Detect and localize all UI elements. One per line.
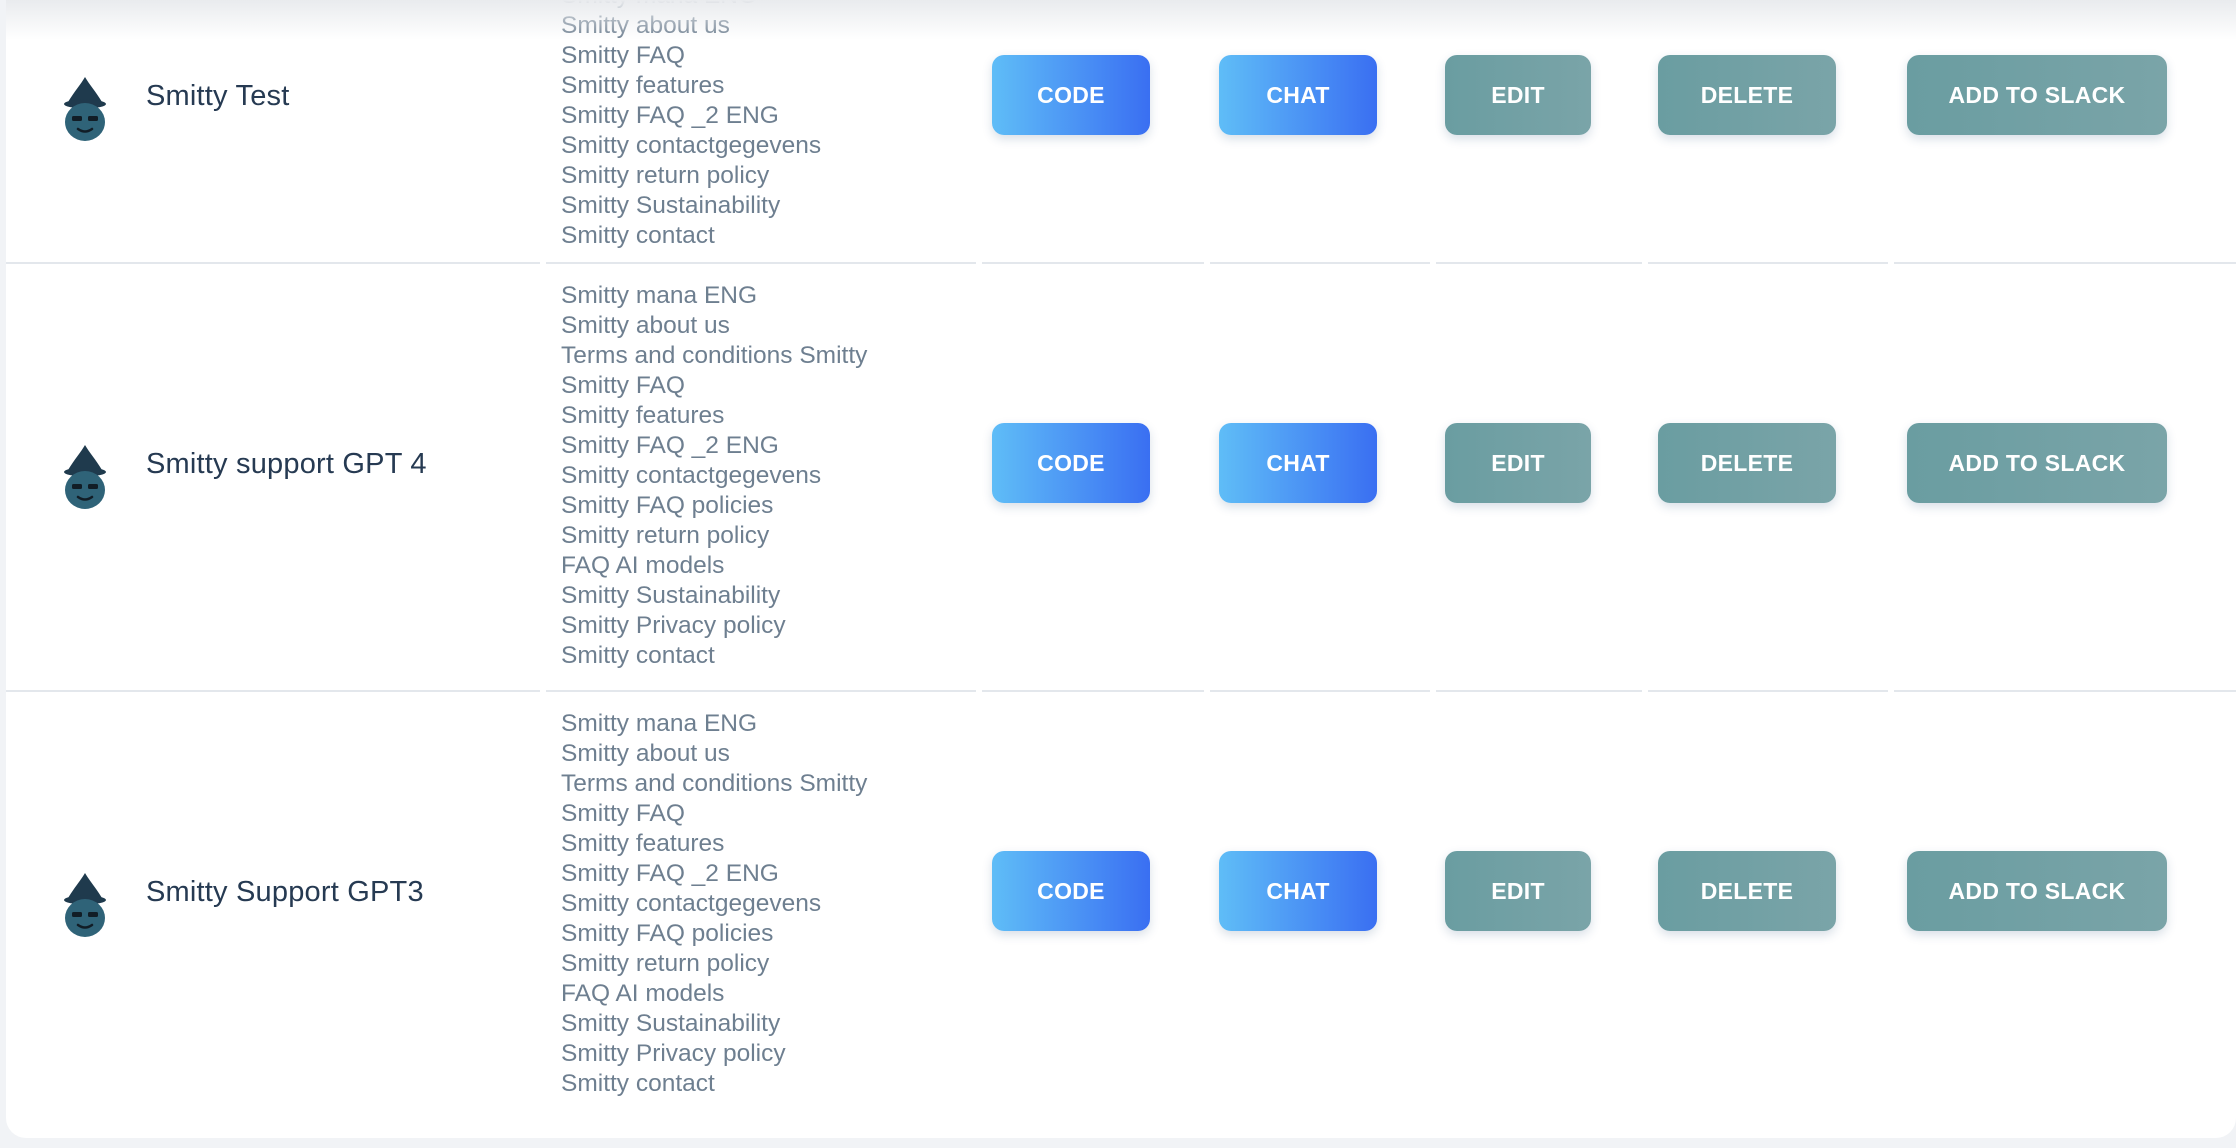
add-to-slack-button[interactable]: ADD TO SLACK — [1907, 55, 2167, 135]
row-divider — [1210, 690, 1430, 692]
list-item: Terms and conditions Smitty — [561, 342, 868, 369]
list-item: Smitty Sustainability — [561, 1010, 781, 1037]
list-item: Smitty Privacy policy — [561, 1040, 786, 1067]
row-divider — [6, 262, 540, 264]
document-list: Smitty mana ENG Smitty about us Terms an… — [561, 709, 867, 1099]
list-item: Smitty mana ENG — [561, 0, 821, 11]
list-item: Smitty features — [561, 830, 725, 857]
bot-name: Smitty Test — [146, 80, 290, 112]
list-item: Smitty Sustainability — [561, 582, 781, 609]
bot-name: Smitty Support GPT3 — [146, 876, 424, 908]
row-divider — [1648, 690, 1888, 692]
row-divider — [1436, 690, 1642, 692]
list-item: Smitty FAQ _2 ENG — [561, 432, 779, 459]
list-item: Smitty contactgegevens — [561, 890, 822, 917]
chat-button[interactable]: CHAT — [1219, 55, 1377, 135]
code-button[interactable]: CODE — [992, 55, 1150, 135]
list-item: Smitty features — [561, 72, 725, 99]
list-item: Smitty mana ENG — [561, 282, 758, 309]
bot-name: Smitty support GPT 4 — [146, 448, 427, 480]
row-divider — [546, 262, 976, 264]
row-divider — [6, 690, 540, 692]
list-item: Smitty FAQ _2 ENG — [561, 102, 779, 129]
list-item: Smitty contactgegevens — [561, 132, 822, 159]
list-item: Smitty FAQ — [561, 42, 685, 69]
list-item: Smitty Sustainability — [561, 192, 781, 219]
row-divider — [1894, 262, 2236, 264]
chatbot-table: Smitty Test Smitty mana ENG Smitty about… — [6, 0, 2236, 1138]
add-to-slack-button[interactable]: ADD TO SLACK — [1907, 851, 2167, 931]
list-item: Smitty return policy — [561, 950, 770, 977]
list-item: Smitty Privacy policy — [561, 612, 786, 639]
list-item: Smitty contact — [561, 1070, 715, 1097]
row-divider — [1894, 690, 2236, 692]
list-item: Smitty contact — [561, 222, 715, 249]
wizard-robot-icon — [64, 445, 106, 509]
row-divider — [982, 262, 1204, 264]
list-item: Smitty FAQ policies — [561, 492, 774, 519]
list-item: Smitty FAQ _2 ENG — [561, 860, 779, 887]
list-item: Smitty FAQ policies — [561, 920, 774, 947]
row-divider — [982, 690, 1204, 692]
list-item: Smitty about us — [561, 12, 730, 39]
list-item: Smitty FAQ — [561, 800, 685, 827]
edit-button[interactable]: EDIT — [1445, 851, 1591, 931]
wizard-robot-icon — [64, 77, 106, 141]
code-button[interactable]: CODE — [992, 423, 1150, 503]
wizard-robot-icon — [64, 873, 106, 937]
document-list: Smitty mana ENG Smitty about us Terms an… — [561, 281, 867, 671]
list-item: FAQ AI models — [561, 980, 725, 1007]
delete-button[interactable]: DELETE — [1658, 55, 1836, 135]
row-divider — [1648, 262, 1888, 264]
edit-button[interactable]: EDIT — [1445, 55, 1591, 135]
chat-button[interactable]: CHAT — [1219, 423, 1377, 503]
delete-button[interactable]: DELETE — [1658, 423, 1836, 503]
list-item: Smitty FAQ — [561, 372, 685, 399]
list-item: FAQ AI models — [561, 552, 725, 579]
list-item: Smitty about us — [561, 312, 730, 339]
document-list: Smitty mana ENG Smitty about us Smitty F… — [561, 0, 821, 251]
list-item: Smitty return policy — [561, 162, 770, 189]
list-item: Smitty contact — [561, 642, 715, 669]
add-to-slack-button[interactable]: ADD TO SLACK — [1907, 423, 2167, 503]
list-item: Smitty about us — [561, 740, 730, 767]
table-row: Smitty Support GPT3 Smitty mana ENG Smit… — [6, 690, 2236, 1138]
code-button[interactable]: CODE — [992, 851, 1150, 931]
row-divider — [1210, 262, 1430, 264]
delete-button[interactable]: DELETE — [1658, 851, 1836, 931]
row-divider — [1436, 262, 1642, 264]
list-item: Smitty return policy — [561, 522, 770, 549]
list-item: Terms and conditions Smitty — [561, 770, 868, 797]
chat-button[interactable]: CHAT — [1219, 851, 1377, 931]
list-item: Smitty mana ENG — [561, 710, 758, 737]
table-row: Smitty Test Smitty mana ENG Smitty about… — [6, 0, 2236, 262]
list-item: Smitty contactgegevens — [561, 462, 822, 489]
edit-button[interactable]: EDIT — [1445, 423, 1591, 503]
row-divider — [546, 690, 976, 692]
table-row: Smitty support GPT 4 Smitty mana ENG Smi… — [6, 262, 2236, 690]
list-item: Smitty features — [561, 402, 725, 429]
